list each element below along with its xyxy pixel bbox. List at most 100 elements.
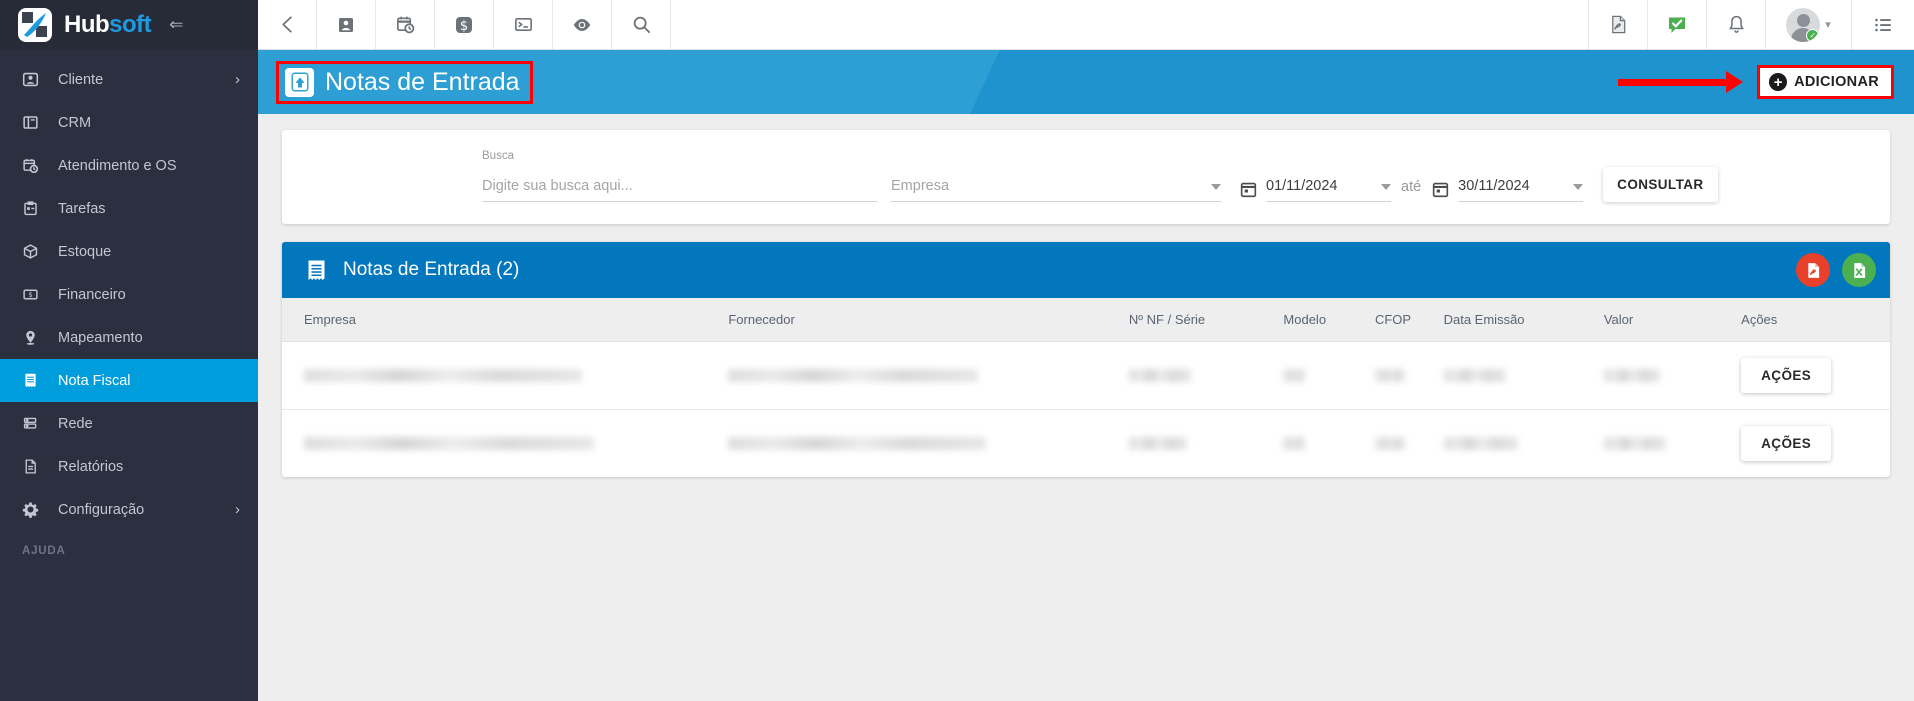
cell-empresa: [282, 341, 729, 410]
upload-note-icon: [285, 67, 314, 97]
toolbar-spacer: [671, 0, 1589, 49]
avatar: ✓: [1786, 7, 1821, 42]
sidebar-item-label: CRM: [58, 114, 92, 131]
redacted-value: [1443, 437, 1518, 450]
page-title: Notas de Entrada: [325, 67, 520, 96]
date-separator-label: até: [1401, 179, 1422, 195]
calendar-icon[interactable]: [1239, 180, 1258, 199]
sidebar-item-mapeamento[interactable]: Mapeamento: [0, 316, 258, 359]
column-header-valor[interactable]: Valor: [1603, 298, 1742, 342]
sidebar-item-tarefas[interactable]: Tarefas: [0, 187, 258, 230]
sidebar-item-label: Rede: [58, 415, 93, 432]
sidebar-item-label: Estoque: [58, 243, 112, 260]
sidebar-item-rede[interactable]: Rede: [0, 402, 258, 445]
cell-empresa: [282, 410, 728, 478]
column-header-fornecedor[interactable]: Fornecedor: [728, 298, 1129, 342]
date-range-group: 01/11/2024 até 30/11/2024: [1239, 178, 1584, 202]
back-arrow-icon[interactable]: [258, 0, 317, 49]
sidebar-item-label: Configuração: [58, 501, 145, 518]
sidebar-section-ajuda: AJUDA: [22, 545, 66, 557]
sidebar-item-configuracao[interactable]: Configuração ›: [0, 488, 258, 531]
redacted-value: [1603, 369, 1660, 382]
search-input[interactable]: Digite sua busca aqui...: [482, 178, 633, 194]
map-pin-icon: [22, 329, 48, 346]
date-to-value[interactable]: 30/11/2024: [1458, 178, 1573, 194]
sidebar-item-label: Financeiro: [58, 286, 126, 303]
eye-icon[interactable]: [553, 0, 612, 49]
table-body: AÇÕES AÇÕES: [282, 341, 1890, 478]
brand-name: Hubsoft: [64, 11, 152, 39]
sidebar-item-financeiro[interactable]: $ Financeiro: [0, 273, 258, 316]
cell-acoes: AÇÕES: [1741, 410, 1890, 478]
row-actions-button[interactable]: AÇÕES: [1741, 358, 1832, 393]
receipt-icon: [22, 372, 48, 389]
cell-cfop: [1374, 410, 1444, 478]
terminal-icon[interactable]: [494, 0, 553, 49]
calendar-icon[interactable]: [1431, 180, 1450, 199]
main-area: $ ✓ ▾ Notas de Entrada + ADICIONAR Busca…: [258, 0, 1914, 701]
chevron-down-icon: [1381, 184, 1391, 190]
tasks-board-icon: [22, 200, 48, 217]
date-to-field[interactable]: 30/11/2024: [1458, 178, 1584, 202]
column-header-modelo[interactable]: Modelo: [1283, 298, 1375, 342]
chat-check-icon[interactable]: [1648, 0, 1707, 49]
date-from-field[interactable]: 01/11/2024: [1266, 178, 1391, 202]
sidebar-item-label: Tarefas: [58, 200, 106, 217]
app-root: Hubsoft ⇐ Cliente › CRM Atendimento e OS…: [0, 0, 1914, 701]
document-icon: [22, 458, 48, 475]
company-select[interactable]: Empresa: [891, 178, 1221, 202]
date-from-value[interactable]: 01/11/2024: [1266, 178, 1381, 194]
redacted-value: [1603, 437, 1666, 450]
collapse-sidebar-icon[interactable]: ⇐: [169, 15, 183, 35]
cell-nf-serie: [1128, 410, 1284, 478]
contact-card-icon: [22, 71, 48, 88]
cell-cfop: [1374, 341, 1444, 410]
company-select-value[interactable]: Empresa: [891, 178, 1211, 194]
bell-icon[interactable]: [1707, 0, 1766, 49]
money-bill-icon: $: [22, 286, 48, 303]
redacted-value: [1283, 437, 1306, 450]
svg-text:$: $: [460, 19, 468, 34]
add-button[interactable]: + ADICIONAR: [1757, 65, 1894, 99]
table-row[interactable]: AÇÕES: [282, 341, 1890, 410]
column-header-nf-serie[interactable]: Nº NF / Série: [1128, 298, 1284, 342]
consultar-button[interactable]: CONSULTAR: [1603, 167, 1718, 202]
cell-fornecedor: [728, 410, 1129, 478]
calendar-clock-icon[interactable]: [376, 0, 435, 49]
kanban-board-icon: [22, 114, 48, 131]
sidebar-item-relatorios[interactable]: Relatórios: [0, 445, 258, 488]
contact-card-icon[interactable]: [317, 0, 376, 49]
redacted-value: [1374, 369, 1405, 382]
redacted-value: [1374, 437, 1405, 450]
sidebar-item-cliente[interactable]: Cliente ›: [0, 58, 258, 101]
row-actions-button[interactable]: AÇÕES: [1741, 426, 1832, 461]
search-field[interactable]: Busca Digite sua busca aqui...: [482, 150, 877, 202]
sidebar-item-label: Cliente: [58, 71, 104, 88]
dollar-icon[interactable]: $: [435, 0, 494, 49]
sidebar-item-atendimento-e-os[interactable]: Atendimento e OS: [0, 144, 258, 187]
chevron-right-icon: ›: [235, 71, 240, 88]
brand-header[interactable]: Hubsoft ⇐: [0, 0, 258, 50]
list-menu-icon[interactable]: [1852, 0, 1914, 49]
pdf-file-icon[interactable]: [1589, 0, 1648, 49]
page-header: Notas de Entrada + ADICIONAR: [258, 50, 1914, 114]
column-header-cfop[interactable]: CFOP: [1374, 298, 1444, 342]
page-title-highlight: Notas de Entrada: [276, 60, 533, 104]
sidebar-item-label: Mapeamento: [58, 329, 143, 346]
column-header-data-emissao[interactable]: Data Emissão: [1443, 298, 1604, 342]
cell-nf-serie: [1128, 341, 1284, 410]
sidebar-item-estoque[interactable]: Estoque: [0, 230, 258, 273]
table-row[interactable]: AÇÕES: [282, 410, 1890, 478]
chevron-down-icon: [1211, 184, 1221, 190]
search-icon[interactable]: [612, 0, 671, 49]
chevron-right-icon: ›: [235, 501, 240, 518]
sidebar-item-crm[interactable]: CRM: [0, 101, 258, 144]
column-header-empresa[interactable]: Empresa: [282, 298, 729, 342]
gear-icon: [22, 501, 48, 518]
cell-valor: [1603, 341, 1742, 410]
user-menu-button[interactable]: ✓ ▾: [1766, 0, 1852, 49]
sidebar-item-nota-fiscal[interactable]: Nota Fiscal: [0, 359, 258, 402]
export-excel-button[interactable]: [1842, 253, 1876, 287]
page-header-right: + ADICIONAR: [1618, 65, 1894, 99]
export-pdf-button[interactable]: [1796, 253, 1830, 287]
